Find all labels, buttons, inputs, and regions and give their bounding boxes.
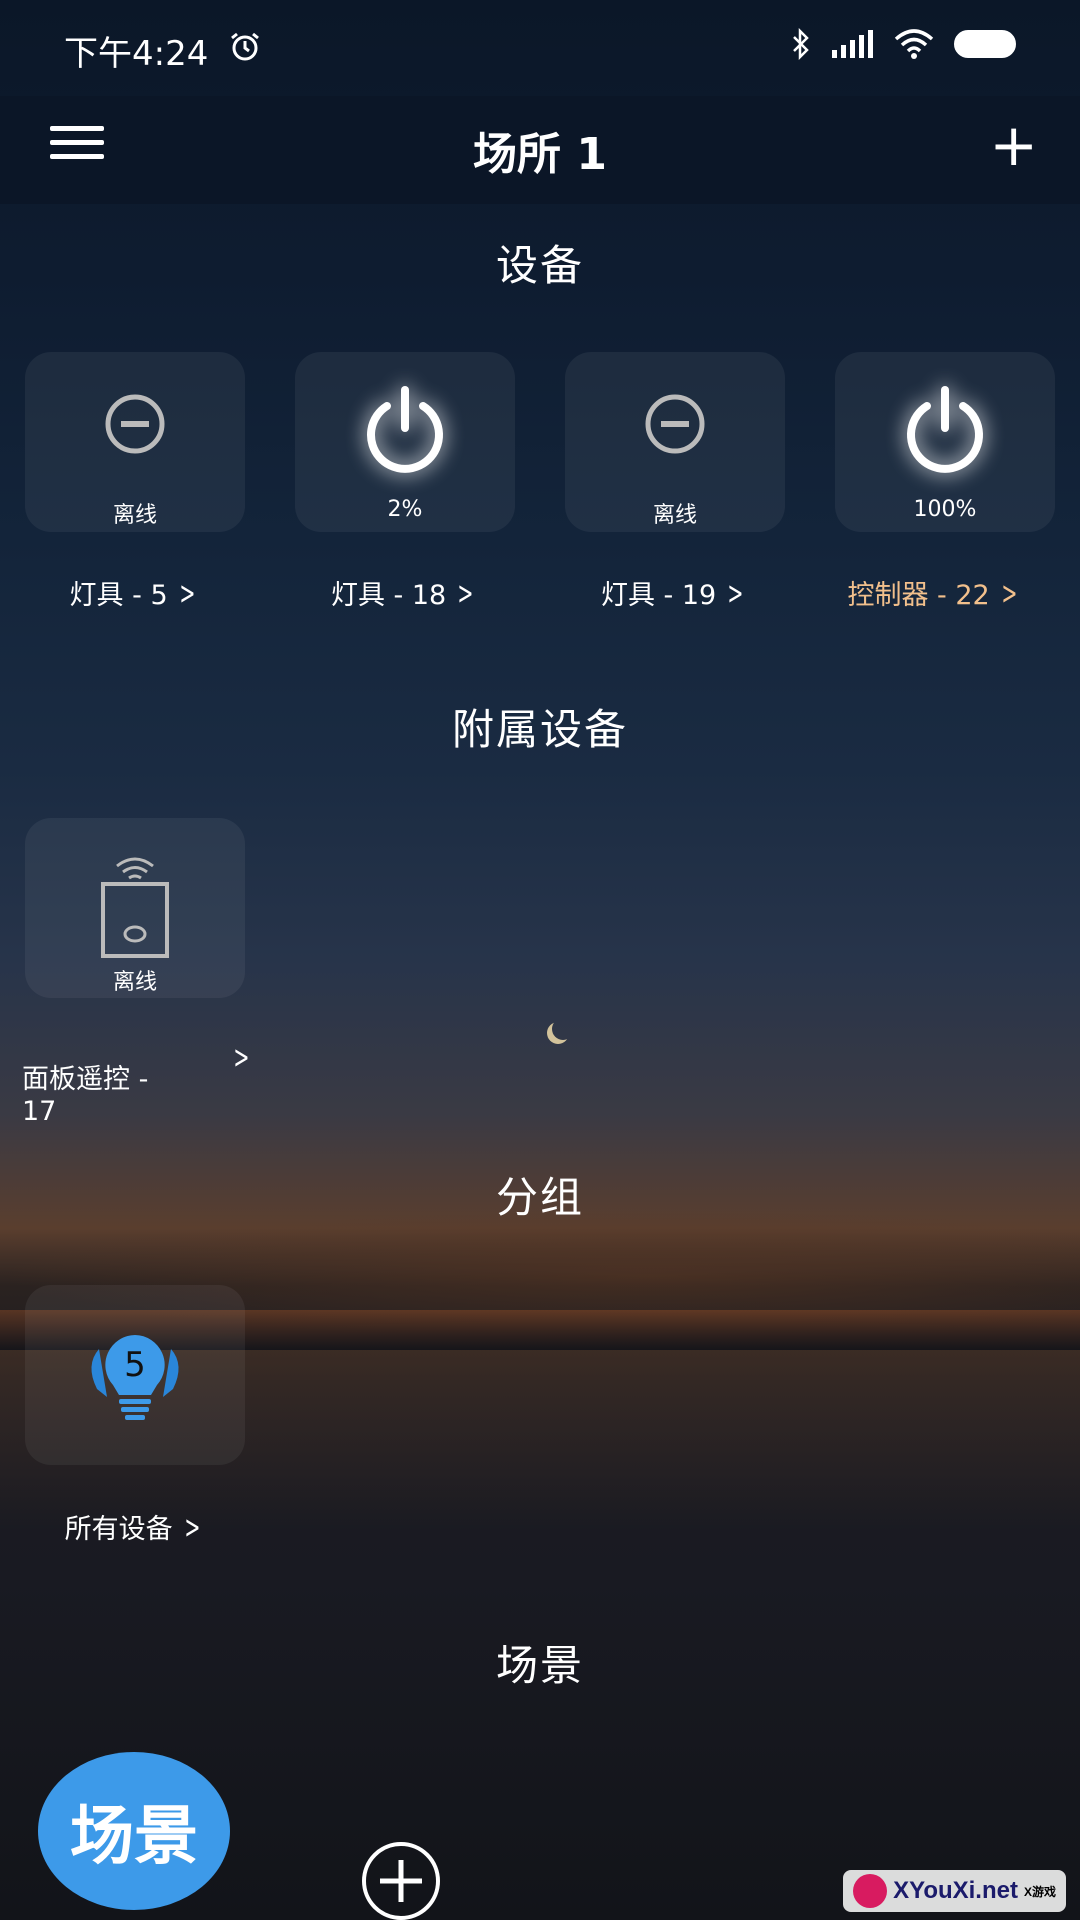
bluetooth-icon <box>793 28 809 60</box>
accessory-tile[interactable]: 离线 <box>25 818 245 998</box>
offline-minus-icon <box>105 394 165 454</box>
device-tile-1[interactable]: 离线 <box>25 352 245 532</box>
watermark-small-text: X游戏 <box>1023 1884 1056 1899</box>
add-button[interactable]: + <box>989 110 1038 180</box>
group-name: 所有设备 <box>64 1514 173 1545</box>
power-icon <box>367 386 443 473</box>
signal-icon <box>832 30 873 58</box>
device-name: 控制器 - 22 <box>847 580 990 611</box>
accessory-state: 离线 <box>112 970 157 995</box>
chevron-right-icon: > <box>727 574 744 612</box>
wifi-icon <box>894 29 934 59</box>
alarm-icon <box>231 32 259 61</box>
device-tile-2[interactable]: 2% <box>295 352 515 532</box>
accessory-name: 面板遥控 - 17 <box>22 1064 149 1127</box>
chevron-right-icon: > <box>233 1038 250 1076</box>
device-tile-3[interactable]: 离线 <box>565 352 785 532</box>
scene-fab-button[interactable]: 场景 <box>38 1752 230 1910</box>
chevron-right-icon: > <box>183 1508 201 1546</box>
add-scene-button[interactable] <box>362 1842 440 1920</box>
section-title-accessories: 附属设备 <box>451 705 628 754</box>
panel-remote-icon <box>101 857 169 958</box>
moon <box>552 1018 574 1040</box>
device-name: 灯具 - 19 <box>600 580 717 611</box>
watermark: XYouXi.net X游戏 <box>843 1870 1066 1912</box>
device-state: 离线 <box>652 503 697 528</box>
device-tile-4[interactable]: 100% <box>835 352 1055 532</box>
group-link[interactable]: 所有设备 > <box>0 1507 270 1546</box>
device-link-1[interactable]: 灯具 - 5 > <box>0 573 270 612</box>
group-tile[interactable]: 5 <box>25 1285 245 1465</box>
device-name: 灯具 - 5 <box>69 580 168 611</box>
device-name: 灯具 - 18 <box>330 580 447 611</box>
app-bar: 场所 1 + <box>0 96 1080 204</box>
section-title-groups: 分组 <box>495 1173 584 1222</box>
chevron-right-icon: > <box>179 574 196 612</box>
status-icons: 29 <box>790 28 1016 60</box>
battery-indicator: 29 <box>954 30 1016 58</box>
device-state: 100% <box>913 497 977 522</box>
watermark-logo-icon <box>853 1874 888 1908</box>
page-title: 场所 1 <box>473 129 607 180</box>
section-title-scenes: 场景 <box>495 1641 584 1690</box>
status-bar: 下午4:24 29 <box>0 0 1080 96</box>
section-title-devices: 设备 <box>495 241 584 290</box>
device-link-2[interactable]: 灯具 - 18 > <box>270 573 540 612</box>
power-icon <box>907 386 983 473</box>
device-state: 2% <box>387 497 423 522</box>
offline-minus-icon <box>645 394 705 454</box>
accessory-link[interactable]: 面板遥控 - 17 > <box>22 1026 262 1158</box>
device-link-3[interactable]: 灯具 - 19 > <box>540 573 810 612</box>
group-count: 5 <box>124 1345 146 1385</box>
device-link-4[interactable]: 控制器 - 22 > <box>800 573 1070 612</box>
watermark-text: XYouXi.net <box>893 1877 1018 1904</box>
chevron-right-icon: > <box>1001 574 1018 612</box>
bulb-group-icon: 5 <box>77 1331 193 1421</box>
device-state: 离线 <box>112 503 157 528</box>
chevron-right-icon: > <box>457 574 474 612</box>
status-time: 下午4:24 <box>64 34 209 74</box>
